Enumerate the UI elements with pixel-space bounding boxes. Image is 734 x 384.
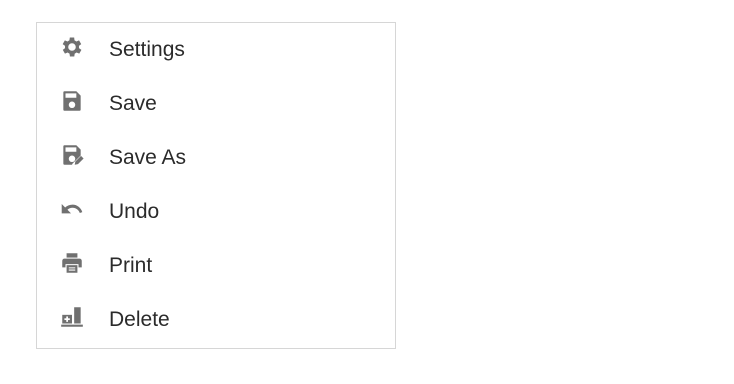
undo-arrow-icon: [59, 196, 85, 222]
menu-item-delete[interactable]: Delete: [37, 293, 395, 347]
menu-item-save[interactable]: Save: [37, 77, 395, 131]
menu-item-label: Print: [109, 254, 153, 277]
menu-item-label: Settings: [109, 38, 185, 61]
delete-icon: [59, 304, 85, 330]
menu-item-label: Delete: [109, 308, 170, 331]
menu-item-label: Undo: [109, 200, 160, 223]
menu-item-print[interactable]: Print: [37, 239, 395, 293]
menu-item-settings[interactable]: Settings: [37, 23, 395, 77]
menu-item-save-as[interactable]: Save As: [37, 131, 395, 185]
menu-item-undo[interactable]: Undo: [37, 185, 395, 239]
menu-item-label: Save As: [109, 146, 187, 169]
menu-item-label: Save: [109, 92, 157, 115]
gear-icon: [59, 34, 85, 60]
printer-icon: [59, 250, 85, 276]
floppy-disk-edit-icon: [59, 142, 85, 168]
menu-list: Settings Save Save As Undo Print Delete: [37, 23, 395, 347]
floppy-disk-icon: [59, 88, 85, 114]
context-menu: Settings Save Save As Undo Print Delete: [36, 22, 396, 349]
